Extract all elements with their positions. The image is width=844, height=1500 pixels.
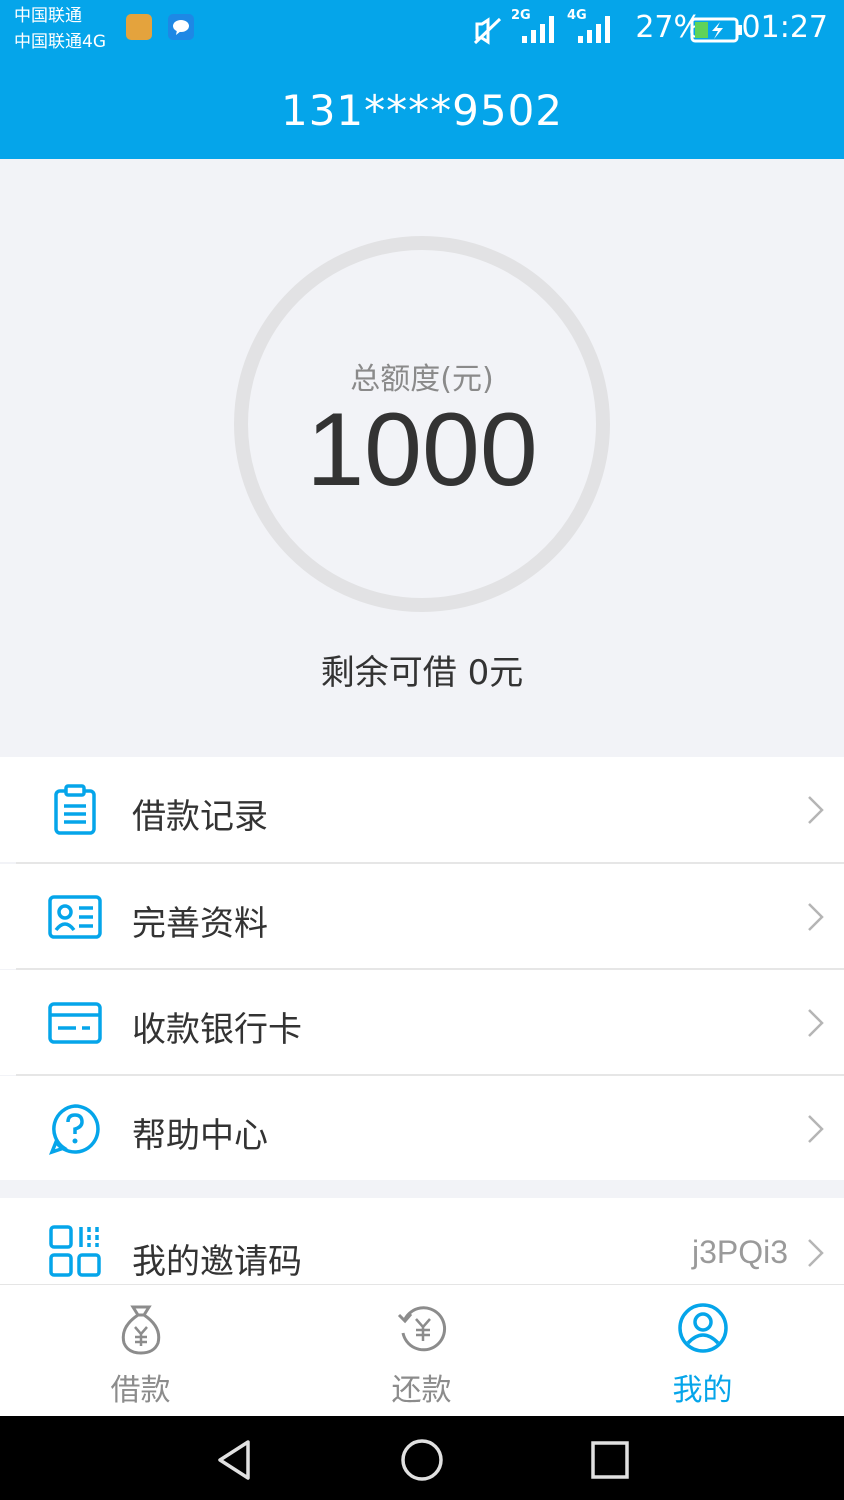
tab-borrow[interactable]: 借款	[0, 1285, 281, 1417]
signal-icon	[522, 16, 554, 43]
id-card-icon	[48, 895, 102, 939]
menu-item-loan-records[interactable]: 借款记录	[0, 757, 844, 862]
chevron-right-icon	[808, 796, 824, 824]
clipboard-icon	[54, 784, 96, 835]
menu-item-bank-card[interactable]: 收款银行卡	[0, 970, 844, 1075]
notification-app-icon	[126, 14, 152, 40]
mute-icon	[473, 17, 502, 45]
top-header: 中国联通 中国联通4G 2G 4G 27% 01:27 131****9502	[0, 0, 844, 159]
battery-icon	[690, 17, 742, 43]
system-nav-bar	[0, 1416, 844, 1500]
tab-label: 借款	[110, 1373, 171, 1408]
repay-icon	[397, 1306, 447, 1352]
tab-repay[interactable]: 还款	[281, 1285, 562, 1417]
help-icon	[48, 1104, 100, 1155]
menu-item-complete-profile[interactable]: 完善资料	[0, 864, 844, 969]
quota-value: 1000	[306, 392, 538, 508]
message-icon	[168, 14, 194, 40]
chevron-right-icon	[808, 1009, 824, 1037]
menu-item-label: 完善资料	[132, 904, 268, 944]
back-icon[interactable]	[210, 1436, 258, 1484]
money-bag-icon	[121, 1305, 161, 1355]
signal-icon-2	[578, 16, 610, 43]
tab-label: 我的	[672, 1373, 733, 1408]
menu-item-label: 我的邀请码	[132, 1242, 302, 1282]
menu-item-invite-code[interactable]: 我的邀请码 j3PQi3	[0, 1198, 844, 1284]
profile-icon	[678, 1303, 728, 1353]
tab-mine[interactable]: 我的	[562, 1285, 843, 1417]
recents-icon[interactable]	[586, 1436, 634, 1484]
bank-card-icon	[48, 1002, 102, 1044]
page-title: 131****9502	[280, 86, 564, 135]
chevron-right-icon	[808, 1115, 824, 1143]
carrier-label-4g: 中国联通4G	[14, 32, 106, 52]
menu-item-label: 收款银行卡	[132, 1010, 302, 1050]
menu-item-label: 帮助中心	[132, 1116, 268, 1156]
chevron-right-icon	[808, 903, 824, 931]
quota-panel: 总额度(元) 1000 剩余可借 0元	[0, 159, 844, 757]
clock: 01:27	[741, 10, 828, 45]
remaining-amount: 剩余可借 0元	[320, 653, 524, 693]
tab-label: 还款	[391, 1373, 452, 1408]
menu-item-label: 借款记录	[132, 797, 268, 837]
carrier-label: 中国联通	[14, 6, 82, 26]
qr-code-icon	[49, 1225, 101, 1277]
bottom-tab-bar: 借款 还款 我的	[0, 1284, 844, 1417]
section-gap	[0, 1180, 844, 1198]
invite-code-value: j3PQi3	[691, 1234, 788, 1270]
menu-item-help-center[interactable]: 帮助中心	[0, 1076, 844, 1181]
home-icon[interactable]	[398, 1436, 446, 1484]
chevron-right-icon	[808, 1239, 824, 1267]
